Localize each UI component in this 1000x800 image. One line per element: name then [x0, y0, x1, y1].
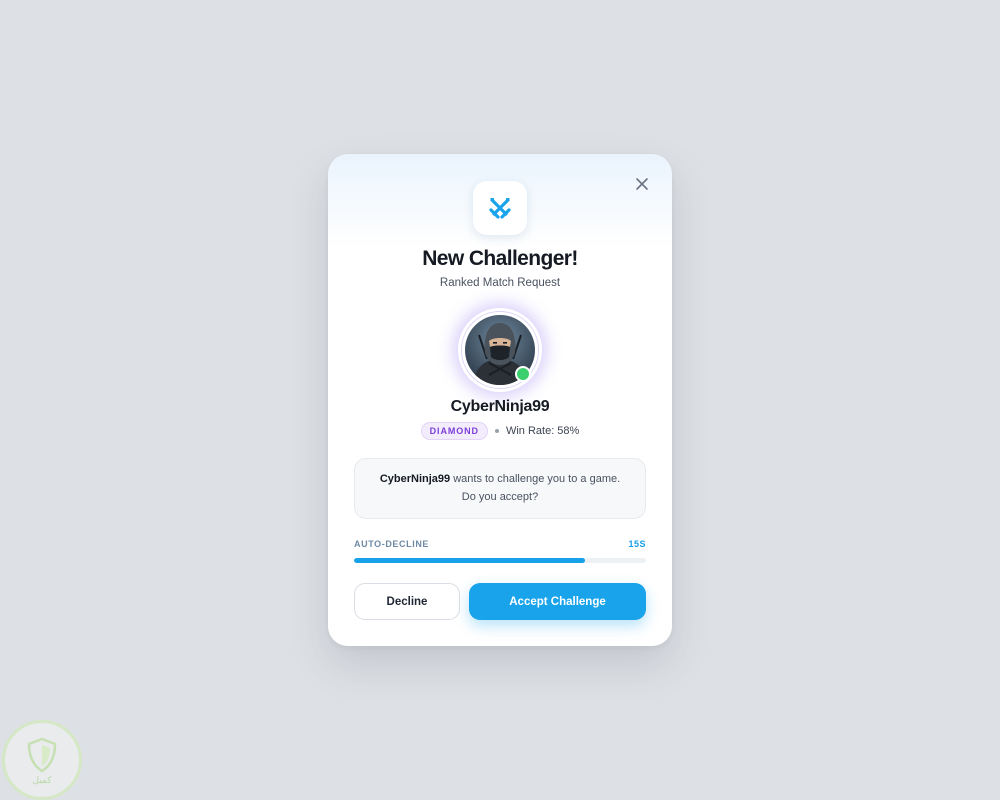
decline-button[interactable]: Decline [354, 583, 460, 620]
challenger-meta: DIAMOND Win Rate: 58% [328, 422, 672, 440]
crossed-swords-icon [489, 198, 511, 219]
rank-badge: DIAMOND [420, 422, 488, 440]
close-button[interactable] [634, 176, 650, 192]
auto-decline-progress [354, 558, 646, 563]
header-icon-tile [473, 181, 527, 235]
auto-decline-label: AUTO-DECLINE [354, 539, 430, 549]
dialog-title: New Challenger! [422, 247, 578, 270]
separator-dot [494, 429, 499, 433]
message-username: CyberNinja99 [379, 473, 451, 485]
accept-challenge-button[interactable]: Accept Challenge [469, 583, 646, 620]
watermark-logo: كمبل [2, 720, 82, 800]
close-icon [636, 178, 648, 190]
auto-decline-countdown: 15S [628, 539, 646, 549]
challenge-message: CyberNinja99 wants to challenge you to a… [354, 458, 646, 519]
watermark-text: كمبل [32, 775, 52, 786]
online-status-indicator [515, 366, 531, 382]
win-rate: Win Rate: 58% [505, 425, 580, 437]
page-background: New Challenger! Ranked Match Request Cyb… [0, 0, 1000, 800]
challenge-dialog: New Challenger! Ranked Match Request Cyb… [328, 154, 672, 646]
challenger-username: CyberNinja99 [450, 398, 550, 415]
dialog-subtitle: Ranked Match Request [439, 277, 561, 289]
auto-decline-progress-fill [354, 558, 585, 563]
shield-icon [27, 737, 57, 772]
message-text: wants to challenge you to a game. Do you… [450, 473, 621, 503]
